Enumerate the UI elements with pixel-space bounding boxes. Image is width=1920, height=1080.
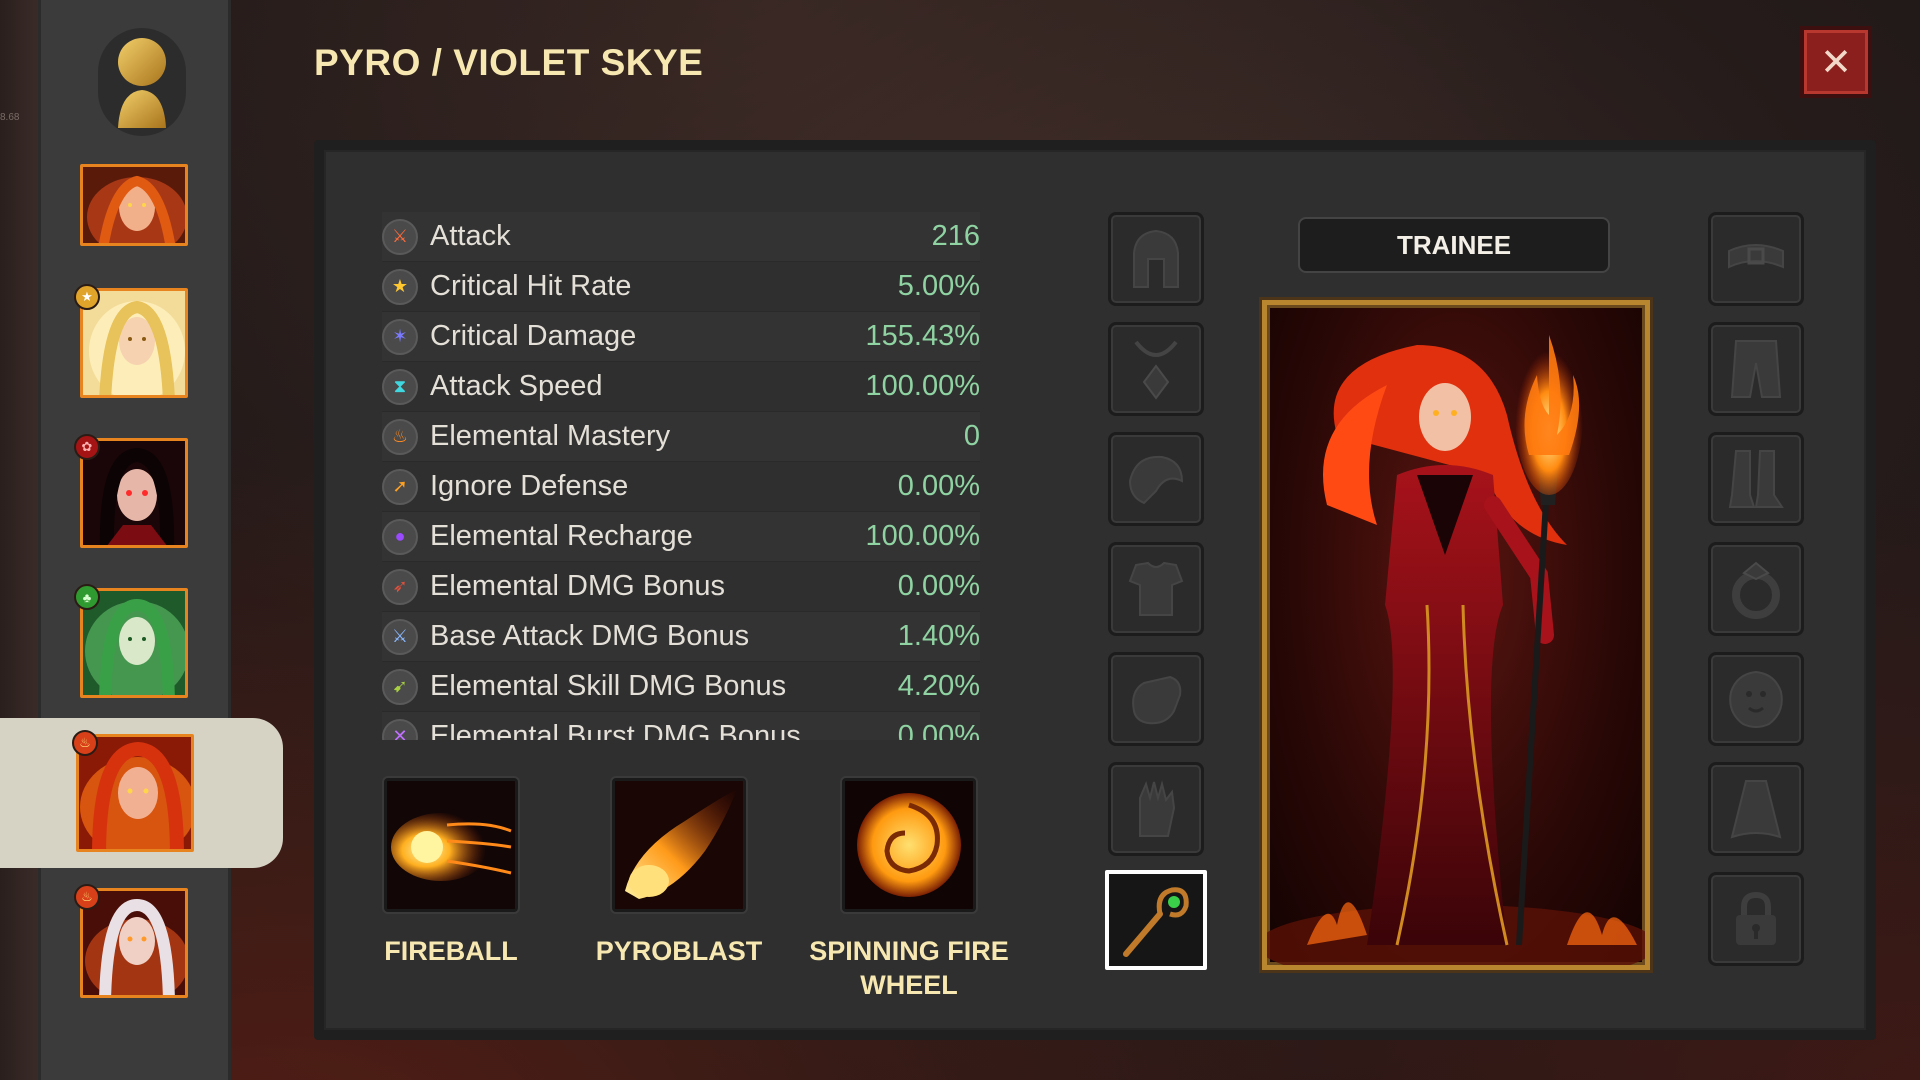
blade-icon: ⚔ <box>382 618 418 655</box>
helmet-icon <box>1133 229 1179 288</box>
gauntlet-icon <box>1132 675 1182 725</box>
orb-icon: ● <box>382 518 418 555</box>
staff-icon <box>1123 887 1189 957</box>
hero-portrait <box>1262 300 1650 970</box>
stat-label: Elemental DMG Bonus <box>430 570 725 602</box>
star-icon: ★ <box>382 268 418 305</box>
lion-emblem-icon <box>1729 670 1783 728</box>
stat-value: 1.40% <box>897 620 980 652</box>
lock-icon <box>1736 891 1776 945</box>
equip-slot-belt[interactable] <box>1708 212 1804 306</box>
stat-label: Elemental Skill DMG Bonus <box>430 670 787 702</box>
stat-row-elemental-dmg-bonus: ➶ Elemental DMG Bonus 0.00% <box>382 562 980 612</box>
pyroblast-icon <box>612 778 746 912</box>
stat-value: 155.43% <box>865 320 981 352</box>
stat-value: 0.00% <box>897 470 980 502</box>
cross-swords-icon: ✕ <box>382 718 418 740</box>
stat-label: Attack <box>430 220 511 252</box>
leaf-badge-icon: ♣ <box>74 584 100 610</box>
rank-badge: TRAINEE <box>1298 217 1610 273</box>
equip-slot-amulet[interactable] <box>1108 322 1204 416</box>
sword-icon: ⚔ <box>382 218 418 255</box>
stats-list[interactable]: ⚔ Attack 216 ★ Critical Hit Rate 5.00% ✶… <box>382 212 980 740</box>
pants-icon <box>1730 340 1782 398</box>
stat-label: Elemental Recharge <box>430 520 693 552</box>
hero-portrait-art <box>1267 335 1645 965</box>
skill-spinning-fire-wheel[interactable]: SPINNING FIRE WHEEL <box>804 778 1014 1002</box>
equip-slot-locked[interactable] <box>1708 872 1804 966</box>
stat-value: 0.00% <box>897 720 980 740</box>
bow-icon: ➶ <box>382 568 418 605</box>
stat-row-critical-damage: ✶ Critical Damage 155.43% <box>382 312 980 362</box>
equip-slot-emblem[interactable] <box>1708 652 1804 746</box>
equip-slot-gauntlet[interactable] <box>1108 652 1204 746</box>
equip-slot-helmet[interactable] <box>1108 212 1204 306</box>
stat-value: 100.00% <box>865 370 981 402</box>
fire-wheel-icon <box>842 778 976 912</box>
close-button[interactable]: ✕ <box>1800 26 1872 98</box>
stat-label: Critical Hit Rate <box>430 270 632 302</box>
equip-slot-weapon[interactable] <box>1105 870 1207 970</box>
stat-row-elemental-recharge: ● Elemental Recharge 100.00% <box>382 512 980 562</box>
skill-name: SPINNING FIRE WHEEL <box>809 936 1009 1000</box>
stat-label: Elemental Burst DMG Bonus <box>430 720 801 740</box>
rose-badge-icon: ✿ <box>74 434 100 460</box>
page-title: PYRO / VIOLET SKYE <box>314 42 704 83</box>
skill-name: FIREBALL <box>384 936 518 966</box>
burst-star-icon: ✶ <box>382 318 418 355</box>
skill-pyroblast[interactable]: PYROBLAST <box>574 778 784 968</box>
fire-badge-icon: ♨ <box>72 730 98 756</box>
flame-icon: ♨ <box>382 418 418 455</box>
stat-row-elemental-burst-dmg-bonus: ✕ Elemental Burst DMG Bonus 0.00% <box>382 712 980 740</box>
stat-value: 0.00% <box>897 570 980 602</box>
stat-row-elemental-skill-dmg-bonus: ➹ Elemental Skill DMG Bonus 4.20% <box>382 662 980 712</box>
ring-icon <box>1732 561 1780 619</box>
equip-slot-boots[interactable] <box>1708 432 1804 526</box>
cape-icon <box>1730 780 1782 839</box>
stat-row-critical-hit-rate: ★ Critical Hit Rate 5.00% <box>382 262 980 312</box>
skill-fireball[interactable]: FIREBALL <box>346 778 556 968</box>
stat-row-attack-speed: ⧗ Attack Speed 100.00% <box>382 362 980 412</box>
stat-row-elemental-mastery: ♨ Elemental Mastery 0 <box>382 412 980 462</box>
chest-armor-icon <box>1128 561 1184 616</box>
equip-slot-cape[interactable] <box>1708 762 1804 856</box>
left-edge-strip: 8.68 <box>0 0 38 1080</box>
stat-value: 100.00% <box>865 520 981 552</box>
fireball-icon <box>384 778 518 912</box>
equip-slot-shoulder[interactable] <box>1108 432 1204 526</box>
side-text: 8.68 <box>0 112 20 123</box>
stat-row-ignore-defense: ➚ Ignore Defense 0.00% <box>382 462 980 512</box>
equip-slot-ring[interactable] <box>1708 542 1804 636</box>
stat-row-attack: ⚔ Attack 216 <box>382 212 980 262</box>
profile-button[interactable] <box>98 28 186 136</box>
shoulder-armor-icon <box>1128 455 1184 505</box>
arrow-icon: ➚ <box>382 468 418 505</box>
stat-label: Elemental Mastery <box>430 420 671 452</box>
equip-slot-chest[interactable] <box>1108 542 1204 636</box>
equip-slot-pants[interactable] <box>1708 322 1804 416</box>
equip-slot-glove[interactable] <box>1108 762 1204 856</box>
stat-value: 4.20% <box>897 670 980 702</box>
belt-icon <box>1728 244 1784 269</box>
fire-badge-icon-2: ♨ <box>74 884 100 910</box>
user-silhouette-icon <box>118 38 166 128</box>
hero-avatar-1[interactable] <box>80 164 188 246</box>
stat-label: Base Attack DMG Bonus <box>430 620 750 652</box>
star-badge-icon: ★ <box>74 284 100 310</box>
boots-icon <box>1728 450 1784 508</box>
glove-icon <box>1139 780 1176 837</box>
skill-name: PYROBLAST <box>595 936 763 966</box>
stat-label: Attack Speed <box>430 370 603 402</box>
close-icon: ✕ <box>1820 41 1852 84</box>
stat-label: Ignore Defense <box>430 470 629 502</box>
crossbow-icon: ➹ <box>382 668 418 705</box>
stat-label: Critical Damage <box>430 320 637 352</box>
stat-value: 216 <box>931 220 980 252</box>
amulet-icon <box>1134 340 1178 400</box>
stat-row-base-attack-dmg-bonus: ⚔ Base Attack DMG Bonus 1.40% <box>382 612 980 662</box>
hourglass-icon: ⧗ <box>382 368 418 405</box>
stat-value: 0 <box>963 420 980 452</box>
stat-value: 5.00% <box>897 270 980 302</box>
